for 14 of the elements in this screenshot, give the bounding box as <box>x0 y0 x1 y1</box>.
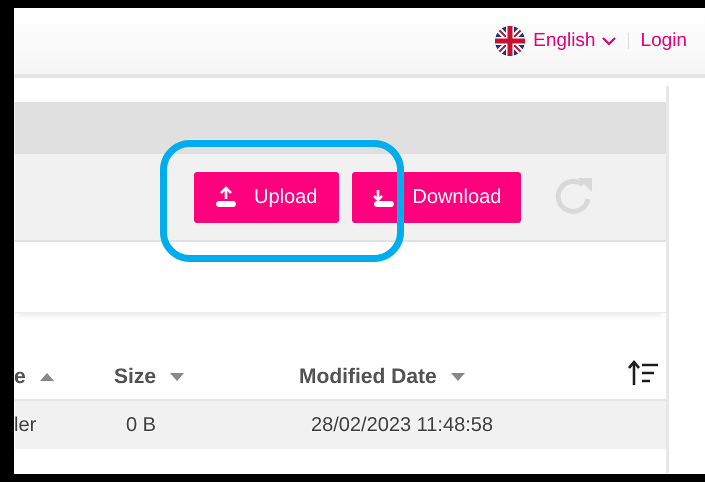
table-cell: 0 B <box>126 414 156 436</box>
download-button[interactable]: Download <box>352 172 522 222</box>
column-header[interactable]: Modified Date <box>299 365 437 389</box>
table-cell: ler <box>14 414 36 436</box>
chevron-down-icon <box>602 36 616 46</box>
column-header[interactable]: e <box>14 365 26 389</box>
upload-button[interactable]: Upload <box>194 172 340 222</box>
column-header[interactable]: Size <box>114 365 156 389</box>
table-cell: 28/02/2023 11:48:58 <box>311 414 494 436</box>
upload-icon <box>214 186 238 208</box>
login-link[interactable]: Login <box>640 30 687 52</box>
language-dropdown[interactable]: English <box>533 30 616 52</box>
uk-flag-icon <box>495 26 526 56</box>
sort-order-icon[interactable] <box>628 359 660 387</box>
